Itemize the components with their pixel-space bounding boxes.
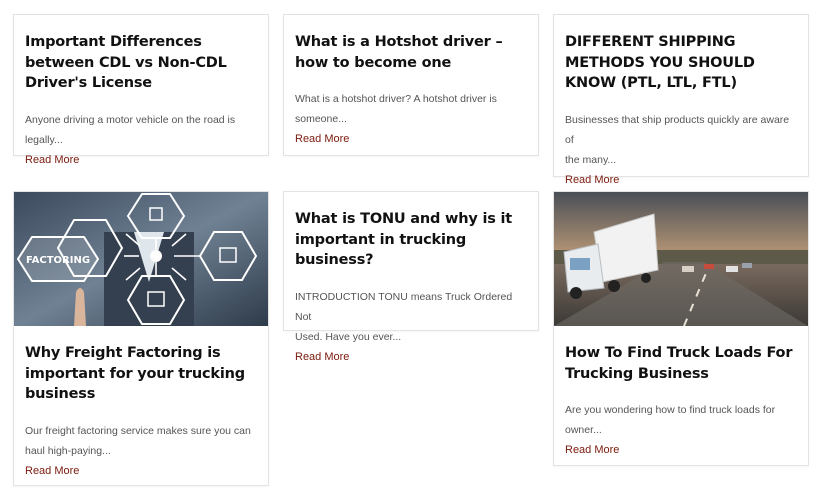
post-excerpt: What is a hotshot driver? A hotshot driv… bbox=[295, 89, 527, 129]
post-title[interactable]: Important Differences between CDL vs Non… bbox=[25, 32, 257, 94]
post-title[interactable]: How To Find Truck Loads For Trucking Bus… bbox=[565, 343, 797, 384]
read-more-link[interactable]: Read More bbox=[25, 151, 257, 169]
factoring-label: FACTORING bbox=[26, 255, 90, 266]
read-more-link[interactable]: Read More bbox=[25, 462, 257, 480]
read-more-link[interactable]: Read More bbox=[565, 171, 797, 189]
post-title[interactable]: What is TONU and why is it important in … bbox=[295, 209, 527, 271]
truck-highway-image[interactable] bbox=[554, 192, 808, 326]
post-title[interactable]: Why Freight Factoring is important for y… bbox=[25, 343, 257, 405]
excerpt-line: the many... bbox=[565, 153, 617, 166]
read-more-link[interactable]: Read More bbox=[565, 441, 797, 459]
excerpt-line: Used. Have you ever... bbox=[295, 330, 402, 343]
excerpt-line: someone... bbox=[295, 113, 347, 125]
post-card-factoring: FACTORING Why Freight Factoring is impor… bbox=[13, 191, 269, 486]
excerpt-line: Are you wondering how to find truck load… bbox=[565, 404, 776, 416]
post-card-tonu: What is TONU and why is it important in … bbox=[283, 191, 539, 363]
read-more-link[interactable]: Read More bbox=[295, 348, 527, 366]
excerpt-line: haul high-paying... bbox=[25, 444, 111, 457]
post-card-shipping: DIFFERENT SHIPPING METHODS YOU SHOULD KN… bbox=[553, 14, 809, 186]
excerpt-line: Anyone driving a motor vehicle on the ro… bbox=[25, 113, 236, 126]
post-card-truck-loads: How To Find Truck Loads For Trucking Bus… bbox=[553, 191, 809, 466]
excerpt-line: owner... bbox=[565, 424, 602, 436]
post-excerpt: INTRODUCTION TONU means Truck Ordered No… bbox=[295, 287, 527, 347]
excerpt-line: INTRODUCTION TONU means Truck Ordered No… bbox=[295, 290, 513, 323]
post-card-hotshot: What is a Hotshot driver – how to become… bbox=[283, 14, 539, 156]
excerpt-line: Businesses that ship products quickly ar… bbox=[565, 113, 790, 146]
excerpt-line: legally... bbox=[25, 133, 63, 146]
factoring-image[interactable]: FACTORING bbox=[14, 192, 268, 326]
post-excerpt: Our freight factoring service makes sure… bbox=[25, 421, 257, 461]
post-excerpt: Are you wondering how to find truck load… bbox=[565, 400, 797, 440]
read-more-link[interactable]: Read More bbox=[295, 130, 527, 148]
post-excerpt: Anyone driving a motor vehicle on the ro… bbox=[25, 110, 257, 150]
post-title[interactable]: What is a Hotshot driver – how to become… bbox=[295, 32, 527, 73]
post-card-cdl: Important Differences between CDL vs Non… bbox=[13, 14, 269, 166]
post-title[interactable]: DIFFERENT SHIPPING METHODS YOU SHOULD KN… bbox=[565, 32, 797, 94]
excerpt-line: Our freight factoring service makes sure… bbox=[25, 424, 251, 437]
post-excerpt: Businesses that ship products quickly ar… bbox=[565, 110, 797, 170]
excerpt-line: What is a hotshot driver? A hotshot driv… bbox=[295, 93, 497, 105]
